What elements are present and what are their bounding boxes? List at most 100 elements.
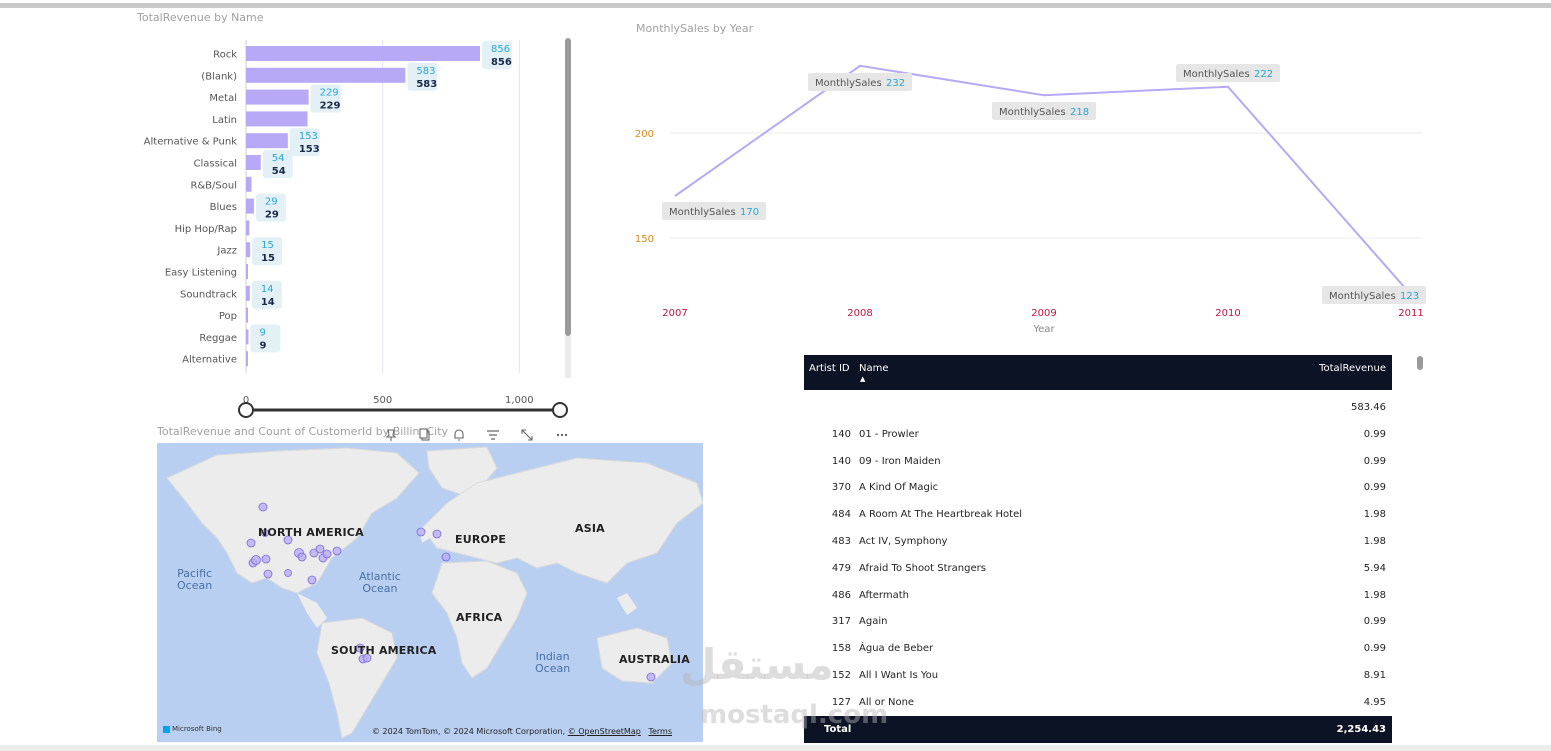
bar <box>246 111 308 127</box>
point-label: MonthlySales 218 <box>992 102 1096 120</box>
bar-chart-title: TotalRevenue by Name <box>137 11 264 24</box>
terms-link[interactable]: Terms <box>648 727 672 736</box>
data-label: 856 <box>491 57 512 68</box>
bar <box>246 67 406 83</box>
table-row[interactable]: 583.46 <box>804 395 1392 422</box>
pin-icon[interactable] <box>383 428 399 444</box>
category-label: Rock <box>213 50 237 61</box>
range-slider-handle-start <box>238 402 254 418</box>
scrollbar-track <box>565 336 571 378</box>
line-chart[interactable]: 200150MonthlySales 170MonthlySales 232Mont… <box>630 40 1450 340</box>
ocean-indian: Indian Ocean <box>535 650 571 675</box>
point-label: MonthlySales 222 <box>1176 64 1280 82</box>
continent-asia: ASIA <box>575 522 605 535</box>
watermark-arabic: مستقل <box>680 640 834 689</box>
artist-revenue-table[interactable]: Artist ID Name ▲ TotalRevenue 583.46 140 0… <box>804 355 1392 743</box>
attribution-text: © 2024 TomTom, © 2024 Microsoft Corporat… <box>372 727 566 736</box>
x-tick-label: 2009 <box>1031 308 1056 319</box>
x-tick-label: 500 <box>373 395 392 406</box>
table-row[interactable]: 140 01 - Prowler 0.99 <box>804 422 1392 449</box>
data-label: 229 <box>320 88 339 99</box>
cell-total-revenue: 583.46 <box>1351 402 1386 413</box>
point-label-value: 222 <box>1254 69 1273 80</box>
top-border <box>0 3 1551 8</box>
continent-africa: AFRICA <box>456 611 503 624</box>
bar <box>246 220 250 236</box>
bar-chart[interactable]: Rock 856 856 (Blank) 583 583 Metal 229 229 Latin A… <box>130 30 590 430</box>
cell-artist-id: 484 <box>831 509 851 521</box>
bing-logo: Microsoft Bing <box>163 725 222 733</box>
data-label: 153 <box>299 144 320 155</box>
header-artist-id[interactable]: Artist ID <box>809 363 850 374</box>
data-label: 54 <box>272 153 285 164</box>
continent-south-america: SOUTH AMERICA <box>331 644 437 657</box>
table-row[interactable]: 152 All I Want Is You 8.91 <box>804 663 1392 690</box>
world-map[interactable]: NORTH AMERICA EUROPE ASIA AFRICA SOUTH A… <box>157 443 703 742</box>
line-chart-title: MonthlySales by Year <box>636 22 754 35</box>
category-label: Hip Hop/Rap <box>175 224 237 235</box>
watermark-latin: mostaql.com <box>700 700 889 730</box>
category-label: Latin <box>212 115 237 126</box>
category-label: Alternative <box>182 355 237 366</box>
category-label: (Blank) <box>201 71 237 82</box>
copy-icon[interactable] <box>417 428 433 444</box>
table-row[interactable]: 370 A Kind Of Magic 0.99 <box>804 475 1392 502</box>
ocean-atlantic: Atlantic Ocean <box>359 570 401 595</box>
table-row[interactable]: 158 Água de Beber 0.99 <box>804 636 1392 663</box>
table-row[interactable]: 486 Aftermath 1.98 <box>804 583 1392 610</box>
cell-total-revenue: 0.99 <box>1363 616 1386 628</box>
table-row[interactable]: 484 A Room At The Heartbreak Hotel 1.98 <box>804 502 1392 529</box>
data-label: 14 <box>261 284 274 295</box>
table-row[interactable]: 479 Afraid To Shoot Strangers 5.94 <box>804 556 1392 583</box>
point-label-name: MonthlySales <box>1329 291 1396 302</box>
total-value: 2,254.43 <box>1336 724 1386 735</box>
bell-icon[interactable] <box>451 428 467 444</box>
category-label: R&B/Soul <box>190 180 237 191</box>
table-row[interactable]: 317 Again 0.99 <box>804 609 1392 636</box>
continent-north-america: NORTH AMERICA <box>258 526 364 539</box>
series-line <box>674 64 1412 296</box>
range-slider-handle-end <box>552 402 568 418</box>
y-tick-label: 150 <box>635 234 654 245</box>
map-land <box>166 446 703 739</box>
table-row[interactable]: 127 All or None 4.95 <box>804 690 1392 717</box>
cell-total-revenue: 4.95 <box>1363 696 1386 708</box>
bar <box>246 198 254 214</box>
category-label: Pop <box>219 311 237 322</box>
bar <box>246 133 288 149</box>
cell-artist-id: 486 <box>831 589 851 601</box>
x-tick-label: 2008 <box>847 308 872 319</box>
data-label: 856 <box>491 44 510 55</box>
map-attribution: © 2024 TomTom, © 2024 Microsoft Corporat… <box>372 727 672 736</box>
table-scrollbar[interactable] <box>1417 356 1423 370</box>
filter-icon[interactable] <box>485 428 501 444</box>
header-name[interactable]: Name <box>859 363 889 374</box>
x-tick-label: 2010 <box>1215 308 1240 319</box>
category-label: Classical <box>194 159 238 170</box>
point-label: MonthlySales 170 <box>662 202 766 220</box>
sort-ascending-icon[interactable]: ▲ <box>860 375 865 383</box>
point-label-value: 123 <box>1400 291 1419 302</box>
point-label: MonthlySales 232 <box>808 73 912 91</box>
point-label: MonthlySales 123 <box>1322 286 1426 304</box>
expand-icon[interactable] <box>519 428 535 444</box>
category-label: Easy Listening <box>165 268 237 279</box>
table-row[interactable]: 140 09 - Iron Maiden 0.99 <box>804 449 1392 476</box>
cell-artist-id: 140 <box>831 455 851 467</box>
cell-artist-id: 479 <box>831 562 851 574</box>
cell-name: A Room At The Heartbreak Hotel <box>859 509 1023 521</box>
cell-total-revenue: 0.99 <box>1363 482 1386 494</box>
category-label: Jazz <box>216 246 237 257</box>
data-label: 153 <box>299 131 318 142</box>
bar <box>246 176 252 192</box>
bar <box>246 89 309 105</box>
data-label: 14 <box>261 297 275 308</box>
bar <box>246 242 251 258</box>
table-row[interactable]: 483 Act IV, Symphony 1.98 <box>804 529 1392 556</box>
cell-artist-id: 370 <box>831 482 851 494</box>
header-total-revenue[interactable]: TotalRevenue <box>1319 363 1386 374</box>
more-options-icon[interactable] <box>554 428 570 444</box>
osm-link[interactable]: © OpenStreetMap <box>568 727 641 736</box>
bar <box>246 46 480 61</box>
category-label: Reggae <box>199 333 237 344</box>
